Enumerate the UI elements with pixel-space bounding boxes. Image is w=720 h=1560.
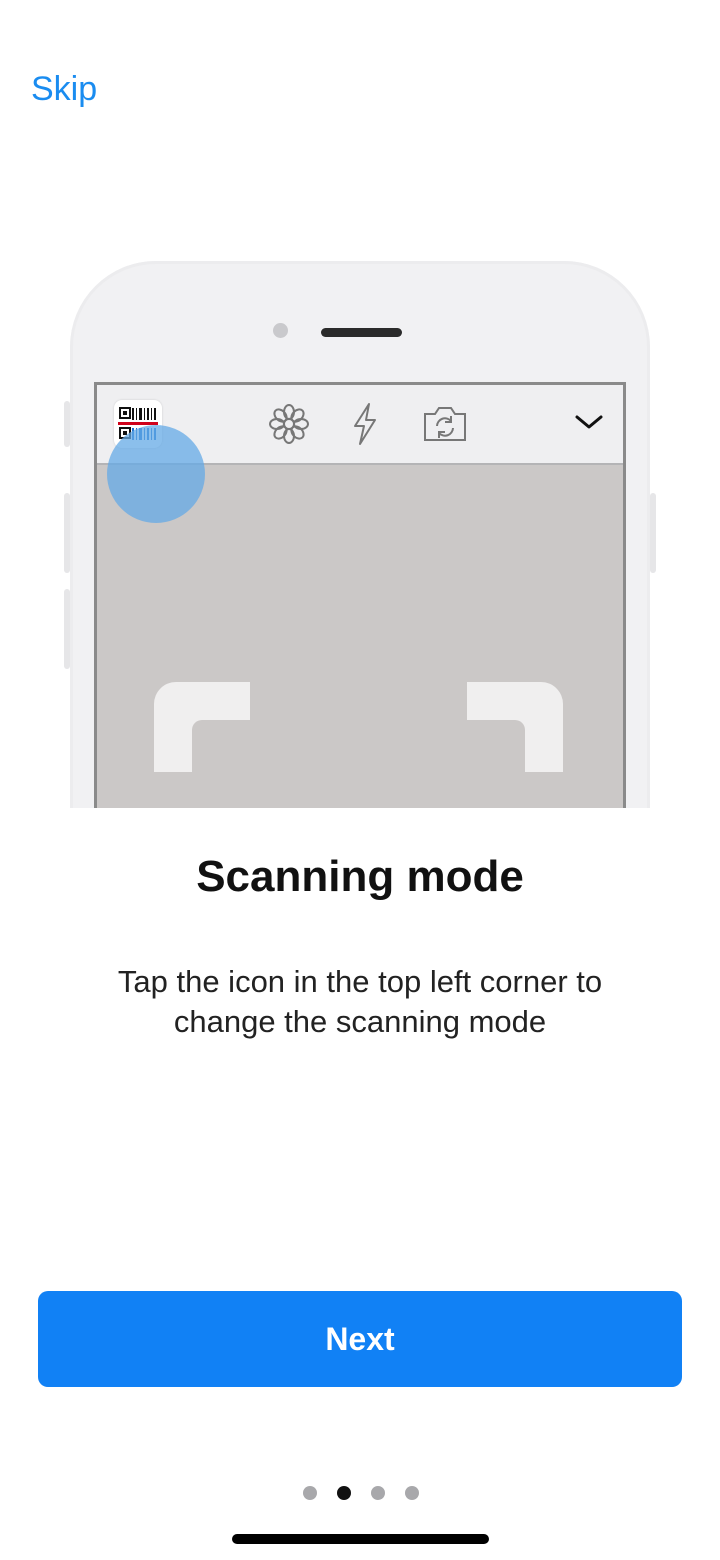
page-dot-4 (405, 1486, 419, 1500)
next-button[interactable]: Next (38, 1291, 682, 1387)
flower-icon (267, 402, 311, 451)
page-indicator (303, 1486, 419, 1500)
page-dot-3 (371, 1486, 385, 1500)
page-title: Scanning mode (196, 852, 524, 901)
page-dot-1 (303, 1486, 317, 1500)
phone-screen (94, 382, 626, 808)
chevron-down-icon (573, 412, 605, 437)
scan-frame-corner-top-left (154, 682, 252, 780)
page-description: Tap the icon in the top left corner to c… (117, 964, 603, 1039)
home-indicator (232, 1534, 489, 1544)
tap-indicator (107, 425, 205, 523)
scanner-toolbar (97, 385, 623, 523)
scan-frame-corner-top-right (465, 682, 563, 780)
screen-clip (0, 0, 720, 808)
lightning-icon (349, 402, 381, 451)
camera-rotate-icon (421, 404, 469, 449)
page-dot-2-active (337, 1486, 351, 1500)
